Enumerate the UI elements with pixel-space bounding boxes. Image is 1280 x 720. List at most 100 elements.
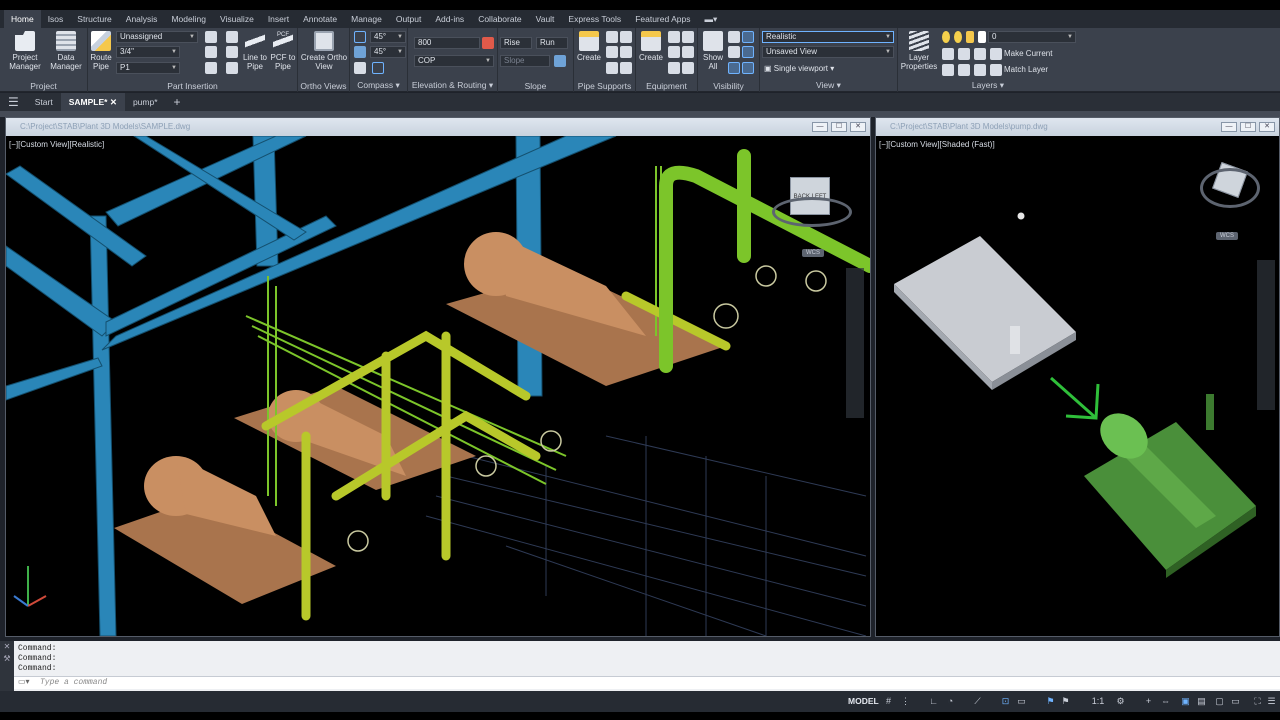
otrack-icon[interactable]: ⊡ xyxy=(1000,696,1011,707)
tool-icon[interactable] xyxy=(354,62,366,74)
command-window-handle[interactable]: ✕ ⚒ xyxy=(0,641,14,691)
size-select[interactable]: 3/4" ▼ xyxy=(116,46,180,58)
tab-insert[interactable]: Insert xyxy=(261,10,296,28)
support-tool-icon[interactable] xyxy=(620,31,632,43)
annotation-scale[interactable]: 1:1 xyxy=(1090,696,1106,707)
tab-structure[interactable]: Structure xyxy=(70,10,119,28)
tab-manage[interactable]: Manage xyxy=(344,10,389,28)
support-tool-icon[interactable] xyxy=(606,46,618,58)
color-swatch-icon[interactable] xyxy=(978,31,986,43)
command-prompt-icon[interactable]: ▭▾ xyxy=(18,677,30,686)
layer-tool-icon[interactable] xyxy=(974,48,986,60)
command-input[interactable]: ▭▾ Type a command xyxy=(14,676,1280,689)
gear-icon[interactable]: ⚙ xyxy=(1115,696,1126,707)
osnap-icon[interactable]: ⟋ xyxy=(972,696,983,707)
layer-tool-icon[interactable] xyxy=(942,64,954,76)
hide-icon[interactable] xyxy=(742,46,754,58)
graphics-performance-icon[interactable]: ▤ xyxy=(1196,696,1207,707)
snap-icon[interactable]: ⋮ xyxy=(900,696,911,707)
tab-vault[interactable]: Vault xyxy=(529,10,562,28)
isolate-objects-icon[interactable]: ▣ xyxy=(1180,696,1191,707)
show-all-button[interactable]: Show All xyxy=(700,31,726,71)
tag-icon[interactable] xyxy=(205,31,217,43)
maximize-icon[interactable]: ☐ xyxy=(831,122,847,132)
new-tab-plus-icon[interactable]: + xyxy=(166,93,189,111)
tab-annotate[interactable]: Annotate xyxy=(296,10,344,28)
pcf-to-pipe-button[interactable]: PCF PCF to Pipe xyxy=(270,31,296,71)
close-icon[interactable]: ✕ xyxy=(850,122,866,132)
wcs-menu[interactable]: WCS xyxy=(1216,232,1238,240)
panel-title-elevation-routing[interactable]: Elevation & Routing ▾ xyxy=(408,80,497,91)
make-current-button[interactable]: Make Current xyxy=(1004,49,1052,58)
tab-featured-apps[interactable]: Featured Apps xyxy=(628,10,697,28)
panel-title-compass[interactable]: Compass ▾ xyxy=(350,80,407,91)
viewport-pump[interactable]: C:\Project\STAB\Plant 3D Models\pump.dwg… xyxy=(875,117,1280,637)
tab-express-tools[interactable]: Express Tools xyxy=(561,10,628,28)
plus-icon[interactable]: + xyxy=(1143,696,1154,707)
tab-output[interactable]: Output xyxy=(389,10,429,28)
lightbulb-icon[interactable] xyxy=(942,31,950,43)
maximize-icon[interactable]: ☐ xyxy=(1240,122,1256,132)
spec-sheet-icon[interactable] xyxy=(226,31,238,43)
visibility-tool-icon[interactable] xyxy=(728,62,740,74)
compass-angle-2[interactable]: 45° ▼ xyxy=(370,46,406,58)
rise-input[interactable]: Rise xyxy=(500,37,532,49)
named-view-select[interactable]: Unsaved View ▼ xyxy=(762,46,894,58)
pipe-fitting-icon[interactable] xyxy=(205,46,217,58)
monitor-icon[interactable]: ▭ xyxy=(1230,696,1241,707)
support-tool-icon[interactable] xyxy=(620,46,632,58)
route-pipe-button[interactable]: Route Pipe xyxy=(88,31,114,71)
viewcube-compass-ring[interactable] xyxy=(772,197,852,227)
close-icon[interactable]: ✕ xyxy=(1259,122,1275,132)
slope-icon[interactable] xyxy=(554,55,566,67)
customization-menu-icon[interactable]: ☰ xyxy=(1266,696,1277,707)
viewcube[interactable] xyxy=(1200,158,1260,208)
model-space-button[interactable]: MODEL xyxy=(848,696,879,706)
layer-tool-icon[interactable] xyxy=(974,64,986,76)
model-canvas-sample[interactable] xyxy=(6,136,870,636)
tab-analysis[interactable]: Analysis xyxy=(119,10,165,28)
viewcube-compass-ring[interactable] xyxy=(1200,168,1260,208)
layer-tool-icon[interactable] xyxy=(990,48,1002,60)
data-manager-button[interactable]: Data Manager xyxy=(48,31,84,71)
tab-isos[interactable]: Isos xyxy=(41,10,71,28)
visibility-tool-icon[interactable] xyxy=(728,46,740,58)
units-icon[interactable]: ⇔ xyxy=(1160,696,1171,707)
navigation-bar[interactable] xyxy=(1257,260,1275,410)
current-layer-select[interactable]: 0 ▼ xyxy=(988,31,1076,43)
panel-title-view[interactable]: View ▾ xyxy=(760,80,897,91)
annotation-visibility-icon[interactable]: ⚑ xyxy=(1045,696,1056,707)
create-pipe-support-button[interactable]: Create xyxy=(576,31,602,62)
viewcube[interactable]: BACK LEFT WCS xyxy=(772,173,852,257)
close-icon[interactable]: ✕ xyxy=(110,97,117,107)
support-tool-icon[interactable] xyxy=(606,62,618,74)
lineweight-icon[interactable]: ▭ xyxy=(1016,696,1027,707)
justification-select[interactable]: COP ▼ xyxy=(414,55,494,67)
equipment-tool-icon[interactable] xyxy=(682,46,694,58)
equipment-tool-icon[interactable] xyxy=(682,62,694,74)
viewport-controls-label[interactable]: [−][Custom View][Realistic] xyxy=(9,140,104,149)
clean-screen-icon[interactable]: ▢ xyxy=(1214,696,1225,707)
support-tool-icon[interactable] xyxy=(620,62,632,74)
wrench-icon[interactable]: ⚒ xyxy=(0,653,14,665)
tab-visualize[interactable]: Visualize xyxy=(213,10,261,28)
create-equipment-button[interactable]: Create xyxy=(638,31,664,62)
minimize-icon[interactable]: — xyxy=(812,122,828,132)
equipment-tool-icon[interactable] xyxy=(668,62,680,74)
panel-title-layers[interactable]: Layers ▾ xyxy=(898,80,1078,91)
project-manager-button[interactable]: Project Manager xyxy=(6,31,44,71)
model-canvas-pump[interactable] xyxy=(876,136,1279,636)
line-to-pipe-button[interactable]: Line to Pipe xyxy=(240,31,270,71)
file-tab-pump[interactable]: pump* xyxy=(125,93,166,111)
tee-icon[interactable] xyxy=(226,62,238,74)
line-number-select[interactable]: P1 ▼ xyxy=(116,62,180,74)
equipment-tool-icon[interactable] xyxy=(682,31,694,43)
support-tool-icon[interactable] xyxy=(606,31,618,43)
tab-modeling[interactable]: Modeling xyxy=(164,10,213,28)
compass-angle-1[interactable]: 45° ▼ xyxy=(370,31,406,43)
app-menu-icon[interactable]: ☰ xyxy=(0,93,27,111)
close-icon[interactable]: ✕ xyxy=(0,641,14,653)
viewport-config-select[interactable]: ▣ Single viewport ▾ xyxy=(764,64,834,73)
spec-select[interactable]: Unassigned ▼ xyxy=(116,31,198,43)
visibility-tool-icon[interactable] xyxy=(728,31,740,43)
